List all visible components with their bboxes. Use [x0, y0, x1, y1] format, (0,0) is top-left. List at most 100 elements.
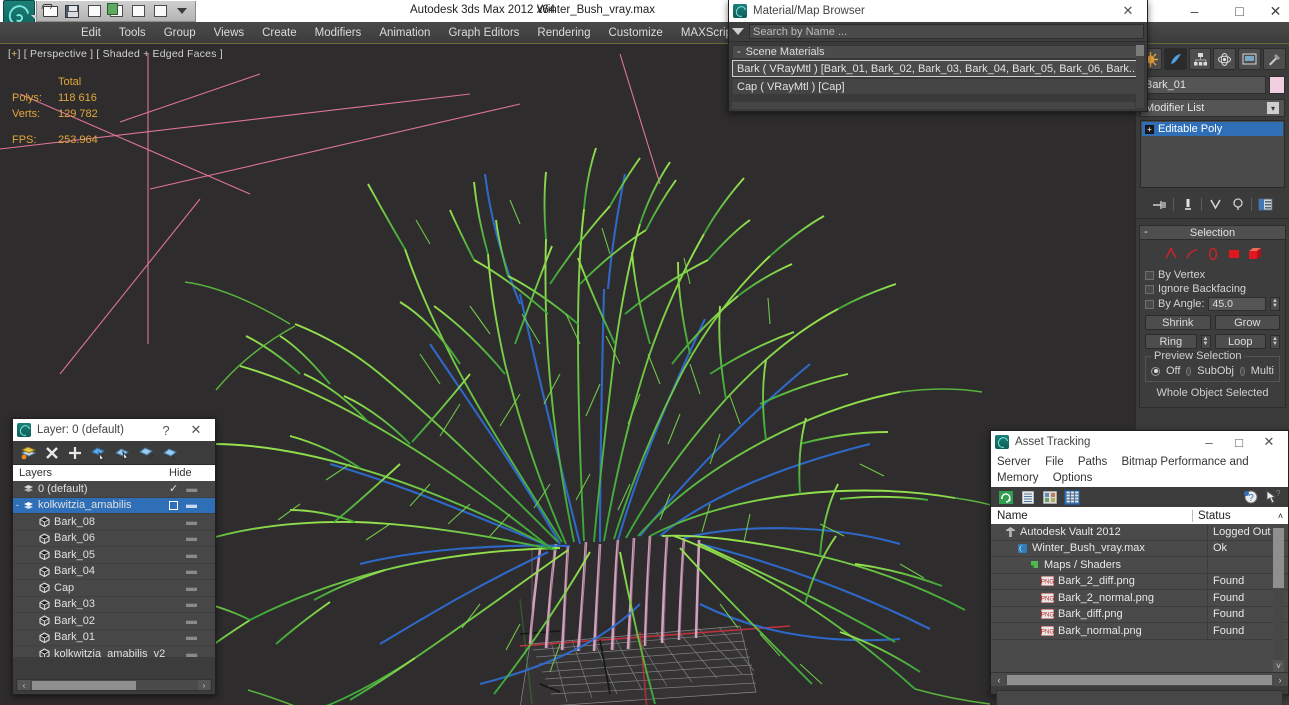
layer-row-bark-03[interactable]: Bark_03 ▬ [13, 597, 215, 613]
edge-icon[interactable] [1185, 247, 1199, 261]
layer-row-kolkwitzia-amabilis[interactable]: - kolkwitzia_amabilis ▬ [13, 497, 215, 514]
preview-off-radio[interactable] [1151, 366, 1160, 376]
layer-window-title-bar[interactable]: Layer: 0 (default) ? ✕ [13, 419, 215, 441]
border-icon[interactable] [1206, 247, 1220, 261]
layer-row-bark-05[interactable]: Bark_05 ▬ [13, 547, 215, 564]
search-input[interactable]: Search by Name ... [749, 24, 1144, 39]
by-angle-value[interactable]: 45.0 [1208, 297, 1266, 311]
pin-stack-icon[interactable] [1151, 197, 1168, 212]
asset-tracking-minimize-button[interactable]: – [1194, 431, 1224, 453]
vertex-icon[interactable] [1164, 247, 1178, 261]
asset-horizontal-scrollbar[interactable]: ‹ › [991, 672, 1288, 686]
hide-layer-icon[interactable] [163, 446, 178, 460]
by-vertex-checkbox[interactable]: By Vertex [1145, 269, 1280, 281]
motion-tab-icon[interactable] [1213, 48, 1237, 70]
scroll-down-button[interactable]: ˅ [1273, 660, 1284, 672]
asset-tracking-maximize-button[interactable]: □ [1224, 431, 1254, 453]
layer-row-hide-cell[interactable]: ▬ [169, 565, 215, 577]
asset-menu-server[interactable]: Server [997, 456, 1031, 468]
minimize-button[interactable]: – [1172, 0, 1217, 22]
highlight-selected-objects-icon[interactable] [139, 446, 154, 460]
thumbnail-view-icon[interactable] [1042, 490, 1058, 505]
scrollbar-thumb[interactable] [1136, 45, 1144, 56]
menu-item-rendering[interactable]: Rendering [528, 24, 599, 42]
menu-item-group[interactable]: Group [155, 24, 205, 42]
layer-window-close-button[interactable]: ✕ [181, 419, 211, 441]
modifier-list-dropdown[interactable]: Modifier List ▾ [1140, 99, 1285, 117]
viewport-label[interactable]: [+] [ Perspective ] [ Shaded + Edged Fac… [8, 48, 223, 60]
scroll-right-button[interactable]: › [198, 680, 210, 690]
asset-row-bark-normal[interactable]: PNG Bark_normal.png Found [991, 623, 1288, 640]
collapse-icon[interactable]: - [737, 46, 741, 58]
material-list-item-cap[interactable]: Cap ( VRayMtl ) [Cap] [732, 78, 1144, 95]
layer-row-hide-cell[interactable]: ▬ [169, 499, 215, 511]
checkbox-icon[interactable] [169, 500, 178, 510]
modify-tab-icon[interactable] [1163, 48, 1187, 70]
sort-arrow-icon[interactable]: ˄ [1273, 511, 1288, 521]
material-browser-vertical-scrollbar[interactable] [1136, 45, 1144, 108]
layer-row-hide-cell[interactable]: ▬ [169, 615, 215, 627]
display-tab-icon[interactable] [1238, 48, 1262, 70]
asset-tracking-close-button[interactable]: ✕ [1254, 431, 1284, 453]
asset-row-winter-bush-max[interactable]: Winter_Bush_vray.max Ok [991, 540, 1288, 557]
material-list-item-bark[interactable]: Bark ( VRayMtl ) [Bark_01, Bark_02, Bark… [732, 60, 1144, 77]
asset-menu-file[interactable]: File [1045, 456, 1064, 468]
make-unique-icon[interactable] [1207, 197, 1224, 212]
refresh-icon[interactable] [998, 490, 1014, 505]
layer-row-bark-06[interactable]: Bark_06 ▬ [13, 531, 215, 547]
grow-button[interactable]: Grow [1214, 315, 1280, 330]
ring-button[interactable]: Ring [1145, 334, 1197, 349]
ignore-backfacing-checkbox[interactable]: Ignore Backfacing [1145, 283, 1280, 295]
add-selection-icon[interactable] [68, 446, 82, 460]
remove-modifier-icon[interactable] [1229, 197, 1246, 212]
configure-sets-icon[interactable] [1257, 197, 1274, 212]
layer-window-help-button[interactable]: ? [151, 419, 181, 441]
object-name-field[interactable]: Bark_01 [1140, 76, 1266, 94]
customize-caret-icon[interactable] [172, 2, 192, 20]
layer-row-hide-cell[interactable]: ▬ [169, 549, 215, 561]
layer-row-kolkwitzia-amabilis-v2[interactable]: kolkwitzia_amabilis_v2 ▬ [13, 646, 215, 657]
name-column-header[interactable]: Name [991, 509, 1193, 522]
checkbox-icon[interactable] [1145, 284, 1154, 294]
delete-layer-icon[interactable] [45, 446, 59, 460]
asset-row-autodesk-vault[interactable]: Autodesk Vault 2012 Logged Out ... [991, 524, 1288, 541]
scrollbar-thumb[interactable] [32, 680, 136, 690]
new-scene-icon[interactable] [84, 2, 104, 20]
render-setup-icon[interactable] [106, 2, 126, 20]
menu-item-animation[interactable]: Animation [370, 24, 439, 42]
status-column-header[interactable]: Status [1193, 510, 1273, 522]
asset-menu-paths[interactable]: Paths [1078, 456, 1107, 468]
menu-item-create[interactable]: Create [253, 24, 306, 42]
scroll-left-button[interactable]: ‹ [993, 675, 1005, 685]
layer-row-hide-cell[interactable]: ▬ [169, 582, 215, 594]
layer-row-hide-cell[interactable]: ▬ [169, 516, 215, 528]
layer-row-bark-02[interactable]: Bark_02 ▬ [13, 613, 215, 630]
layer-list[interactable]: 0 (default) ✓ ▬ - kolkwitzia_amabilis ▬ B… [13, 481, 215, 657]
by-angle-checkbox[interactable]: By Angle: 45.0 ▲ ▼ [1145, 297, 1280, 311]
checkbox-icon[interactable] [1145, 299, 1154, 309]
layer-row-bark-08[interactable]: Bark_08 ▬ [13, 514, 215, 531]
asset-row-bark-diff[interactable]: PNG Bark_diff.png Found [991, 606, 1288, 623]
loop-button[interactable]: Loop [1214, 334, 1266, 349]
close-button[interactable]: ✕ [1262, 0, 1289, 22]
asset-row-maps-shaders[interactable]: Maps / Shaders [991, 557, 1288, 574]
layer-row-bark-04[interactable]: Bark_04 ▬ [13, 564, 215, 580]
ring-spinner[interactable]: ▲ ▼ [1200, 334, 1211, 349]
asset-menu-bitmap-performance[interactable]: Bitmap Performance and Memory [997, 456, 1249, 484]
material-browser-title-bar[interactable]: Material/Map Browser ✕ [729, 0, 1147, 22]
menu-item-graph-editors[interactable]: Graph Editors [439, 24, 528, 42]
by-angle-spinner[interactable]: ▲ ▼ [1270, 297, 1280, 311]
select-highlighted-objects-icon[interactable] [115, 446, 130, 460]
list-view-icon[interactable] [1020, 490, 1036, 505]
layer-row-cap[interactable]: Cap ▬ [13, 580, 215, 597]
hierarchy-tab-icon[interactable] [1188, 48, 1212, 70]
asset-tracking-title-bar[interactable]: Asset Tracking – □ ✕ [991, 431, 1288, 453]
layer-row-hide-cell[interactable]: ▬ [169, 648, 215, 657]
grid-view-icon[interactable] [1064, 489, 1080, 505]
menu-item-customize[interactable]: Customize [599, 24, 671, 42]
material-browser-horizontal-scrollbar[interactable] [732, 102, 1135, 109]
layer-row-hide-cell[interactable]: ▬ [169, 532, 215, 544]
undo-icon[interactable] [128, 2, 148, 20]
loop-spinner[interactable]: ▲ ▼ [1270, 334, 1280, 349]
scrollbar-thumb[interactable] [1007, 674, 1272, 685]
